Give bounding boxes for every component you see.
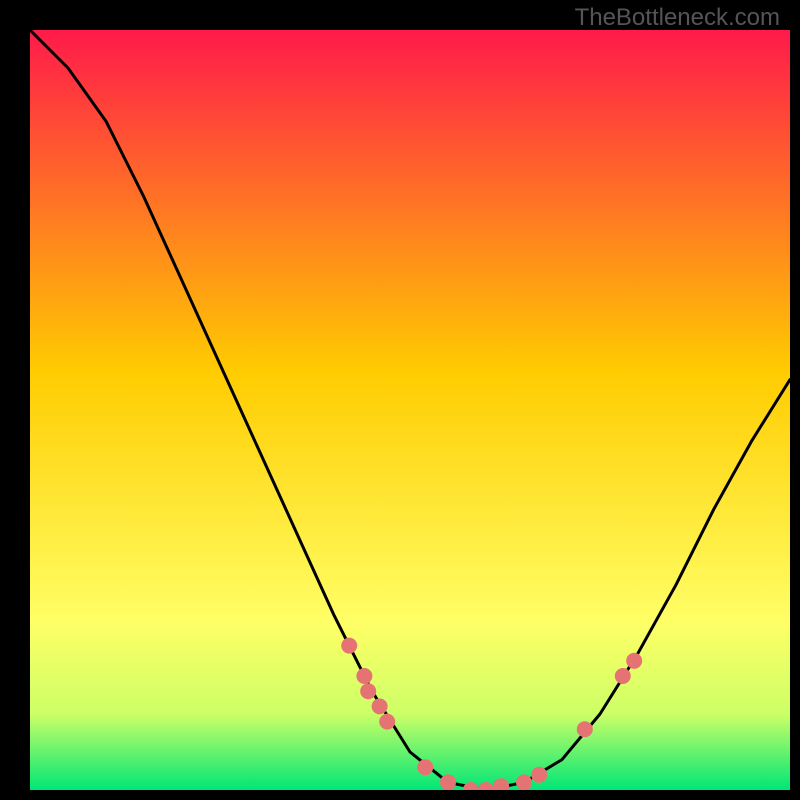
data-marker <box>372 698 388 714</box>
data-marker <box>516 774 532 790</box>
gradient-background <box>30 30 790 790</box>
data-marker <box>577 721 593 737</box>
chart-container: TheBottleneck.com <box>0 0 800 800</box>
data-marker <box>356 668 372 684</box>
data-marker <box>341 638 357 654</box>
data-marker <box>531 767 547 783</box>
data-marker <box>626 653 642 669</box>
data-marker <box>379 714 395 730</box>
data-marker <box>360 683 376 699</box>
data-marker <box>440 774 456 790</box>
data-marker <box>417 759 433 775</box>
data-marker <box>615 668 631 684</box>
watermark-text: TheBottleneck.com <box>575 4 780 32</box>
plot-area <box>30 30 790 790</box>
chart-svg <box>30 30 790 790</box>
